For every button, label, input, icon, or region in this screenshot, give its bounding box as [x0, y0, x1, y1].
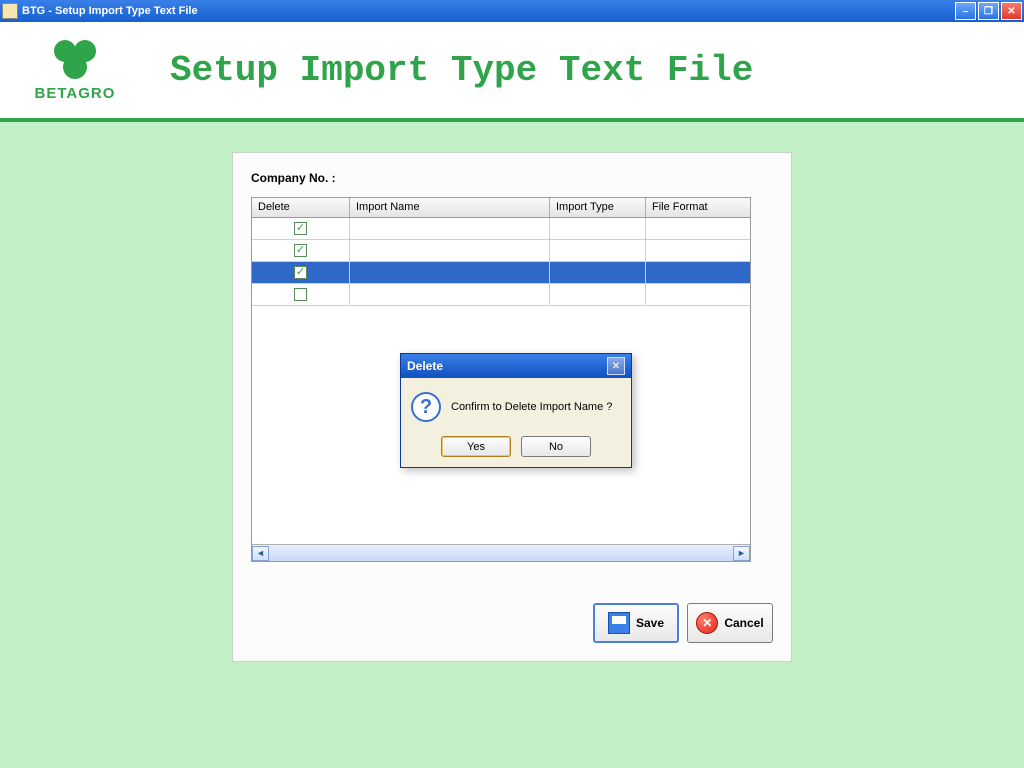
dialog-message: Confirm to Delete Import Name ? [451, 401, 612, 413]
col-import-name[interactable]: Import Name [350, 198, 550, 217]
save-button-label: Save [636, 616, 664, 630]
delete-checkbox[interactable]: ✓ [294, 244, 307, 257]
save-icon [608, 612, 630, 634]
logo-icon [47, 39, 103, 81]
cancel-icon: ✕ [696, 612, 718, 634]
cell-import-type[interactable] [550, 284, 646, 305]
dialog-titlebar: Delete ✕ [401, 354, 631, 378]
horizontal-scrollbar[interactable]: ◄ ► [252, 544, 750, 561]
page-title: Setup Import Type Text File [170, 50, 753, 91]
table-row[interactable]: ✓ [252, 240, 750, 262]
col-file-format[interactable]: File Format [646, 198, 750, 217]
logo-text: BETAGRO [20, 85, 130, 102]
cell-import-name[interactable] [350, 262, 550, 283]
minimize-button[interactable]: – [955, 2, 976, 20]
company-label: Company No. : [251, 171, 336, 185]
cell-file-format[interactable] [646, 262, 750, 283]
cell-file-format[interactable] [646, 218, 750, 239]
app-icon [2, 3, 18, 19]
close-button[interactable]: ✕ [1001, 2, 1022, 20]
maximize-button[interactable]: ❐ [978, 2, 999, 20]
question-icon: ? [411, 392, 441, 422]
cell-import-type[interactable] [550, 218, 646, 239]
dialog-no-button[interactable]: No [521, 436, 591, 457]
dialog-title: Delete [407, 359, 607, 373]
confirm-dialog: Delete ✕ ? Confirm to Delete Import Name… [400, 353, 632, 468]
cancel-button[interactable]: ✕ Cancel [687, 603, 773, 643]
dialog-close-button[interactable]: ✕ [607, 357, 625, 375]
table-row[interactable]: ✓ [252, 218, 750, 240]
company-row: Company No. : [251, 171, 773, 185]
cell-import-name[interactable] [350, 218, 550, 239]
grid-header: Delete Import Name Import Type File Form… [252, 198, 750, 218]
page-header: BETAGRO Setup Import Type Text File [0, 22, 1024, 122]
delete-checkbox[interactable] [294, 288, 307, 301]
cell-import-name[interactable] [350, 240, 550, 261]
cell-import-name[interactable] [350, 284, 550, 305]
delete-checkbox[interactable]: ✓ [294, 266, 307, 279]
logo: BETAGRO [20, 39, 130, 102]
window-titlebar: BTG - Setup Import Type Text File – ❐ ✕ [0, 0, 1024, 22]
action-row: Save ✕ Cancel [593, 603, 773, 643]
scroll-left-icon[interactable]: ◄ [252, 546, 269, 561]
col-delete[interactable]: Delete [252, 198, 350, 217]
scroll-right-icon[interactable]: ► [733, 546, 750, 561]
cell-import-type[interactable] [550, 262, 646, 283]
table-row[interactable]: ✓ [252, 262, 750, 284]
save-button[interactable]: Save [593, 603, 679, 643]
cancel-button-label: Cancel [724, 616, 763, 630]
table-row[interactable] [252, 284, 750, 306]
window-title: BTG - Setup Import Type Text File [22, 5, 955, 17]
cell-file-format[interactable] [646, 240, 750, 261]
cell-file-format[interactable] [646, 284, 750, 305]
col-import-type[interactable]: Import Type [550, 198, 646, 217]
dialog-yes-button[interactable]: Yes [441, 436, 511, 457]
cell-import-type[interactable] [550, 240, 646, 261]
delete-checkbox[interactable]: ✓ [294, 222, 307, 235]
